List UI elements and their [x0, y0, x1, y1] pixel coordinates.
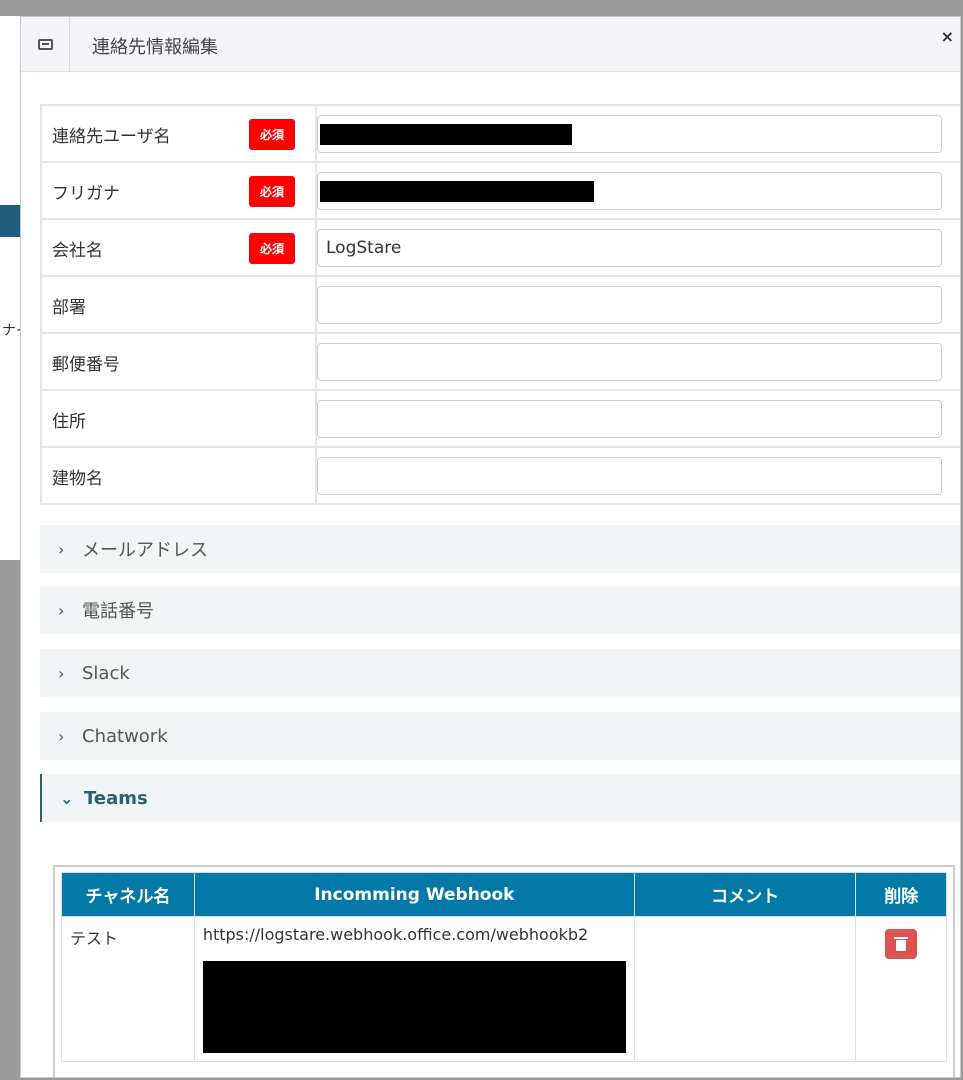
- column-header: 削除: [855, 872, 947, 917]
- form-row-furigana: フリガナ 必須: [40, 161, 960, 220]
- redacted-block: [320, 123, 572, 145]
- accordion-label: メールアドレス: [82, 540, 208, 561]
- field-label: フリガナ: [52, 184, 120, 204]
- accordion-label: 電話番号: [82, 601, 154, 622]
- chevron-down-icon: ⌄: [60, 788, 74, 808]
- background-overlay: [0, 560, 22, 1080]
- edit-contact-dialog: 連絡先情報編集 × 連絡先ユーザ名 必須 フリガナ 必須 会社名 必須 LogS…: [20, 16, 961, 1078]
- field-label: 住所: [52, 412, 86, 432]
- field-input-cell: [315, 332, 960, 391]
- redacted-block: [202, 961, 626, 1053]
- accordion-email[interactable]: › メールアドレス: [40, 525, 960, 573]
- webhook-url-text: https://logstare.webhook.office.com/webh…: [202, 925, 589, 944]
- column-header: Incomming Webhook: [193, 872, 635, 917]
- field-label: 部署: [52, 298, 86, 318]
- form-row-company: 会社名 必須 LogStare: [40, 218, 960, 277]
- teams-table: チャネル名 Incomming Webhook コメント 削除 テスト http…: [61, 872, 947, 1062]
- field-label: 建物名: [52, 469, 103, 489]
- form-row-user-name: 連絡先ユーザ名 必須: [40, 104, 960, 163]
- form-row-address: 住所: [40, 389, 960, 448]
- postal-code-input[interactable]: [317, 342, 942, 381]
- chevron-right-icon: ›: [58, 600, 65, 620]
- field-label-cell: 住所: [40, 389, 317, 448]
- contact-form-table: 連絡先ユーザ名 必須 フリガナ 必須 会社名 必須 LogStare 部署 郵便…: [40, 104, 960, 505]
- field-input-cell: [315, 161, 960, 220]
- field-label: 郵便番号: [52, 355, 120, 375]
- chevron-right-icon: ›: [58, 663, 65, 683]
- accordion-slack[interactable]: › Slack: [40, 649, 960, 697]
- field-label-cell: 部署: [40, 275, 317, 334]
- field-input-cell: [315, 275, 960, 334]
- webhook-url: https://logstare.webhook.office.com/webh…: [202, 925, 626, 1053]
- accordion-label: Teams: [84, 787, 148, 809]
- required-badge: 必須: [249, 233, 295, 264]
- channel-cell: テスト: [61, 916, 195, 1062]
- company-value: LogStare: [326, 237, 402, 258]
- redacted-block: [320, 180, 594, 202]
- accordion-label: Slack: [82, 662, 130, 684]
- building-input[interactable]: [317, 456, 942, 495]
- field-label: 連絡先ユーザ名: [52, 127, 171, 147]
- window-icon: [37, 38, 53, 50]
- background-header-band: [0, 205, 22, 237]
- address-input[interactable]: [317, 399, 942, 438]
- column-header: チャネル名: [61, 872, 195, 917]
- accordion-teams[interactable]: ⌄ Teams: [40, 774, 960, 822]
- teams-table-header: チャネル名 Incomming Webhook コメント 削除: [61, 872, 947, 917]
- dialog-header: 連絡先情報編集 ×: [21, 17, 960, 72]
- delete-cell: [855, 916, 947, 1062]
- dialog-title: 連絡先情報編集: [92, 37, 218, 58]
- chevron-right-icon: ›: [58, 726, 65, 746]
- close-button[interactable]: ×: [941, 27, 954, 46]
- dialog-icon-box: [21, 17, 70, 71]
- field-label-cell: 建物名: [40, 446, 317, 505]
- accordion-chatwork[interactable]: › Chatwork: [40, 712, 960, 760]
- form-row-building: 建物名: [40, 446, 960, 505]
- column-header: コメント: [633, 872, 857, 917]
- department-input[interactable]: [317, 285, 942, 324]
- field-label-cell: 連絡先ユーザ名 必須: [40, 104, 317, 163]
- form-row-department: 部署: [40, 275, 960, 334]
- required-badge: 必須: [249, 119, 295, 150]
- furigana-input[interactable]: [317, 171, 942, 210]
- field-input-cell: LogStare: [315, 218, 960, 277]
- webhook-cell: https://logstare.webhook.office.com/webh…: [193, 916, 635, 1062]
- chevron-right-icon: ›: [58, 539, 65, 559]
- field-input-cell: [315, 446, 960, 505]
- company-input[interactable]: LogStare: [317, 228, 942, 267]
- field-label-cell: 会社名 必須: [40, 218, 317, 277]
- field-input-cell: [315, 104, 960, 163]
- trash-icon: [894, 937, 909, 951]
- field-label-cell: フリガナ 必須: [40, 161, 317, 220]
- field-input-cell: [315, 389, 960, 448]
- user-name-input[interactable]: [317, 114, 942, 153]
- field-label-cell: 郵便番号: [40, 332, 317, 391]
- field-label: 会社名: [52, 241, 103, 261]
- required-badge: 必須: [249, 176, 295, 207]
- table-row: テスト https://logstare.webhook.office.com/…: [61, 916, 947, 1062]
- form-row-postal-code: 郵便番号: [40, 332, 960, 391]
- delete-button[interactable]: [885, 929, 918, 959]
- teams-panel: チャネル名 Incomming Webhook コメント 削除 テスト http…: [53, 865, 955, 1077]
- accordion-label: Chatwork: [82, 725, 168, 747]
- accordion-phone[interactable]: › 電話番号: [40, 586, 960, 634]
- comment-cell: [633, 916, 857, 1062]
